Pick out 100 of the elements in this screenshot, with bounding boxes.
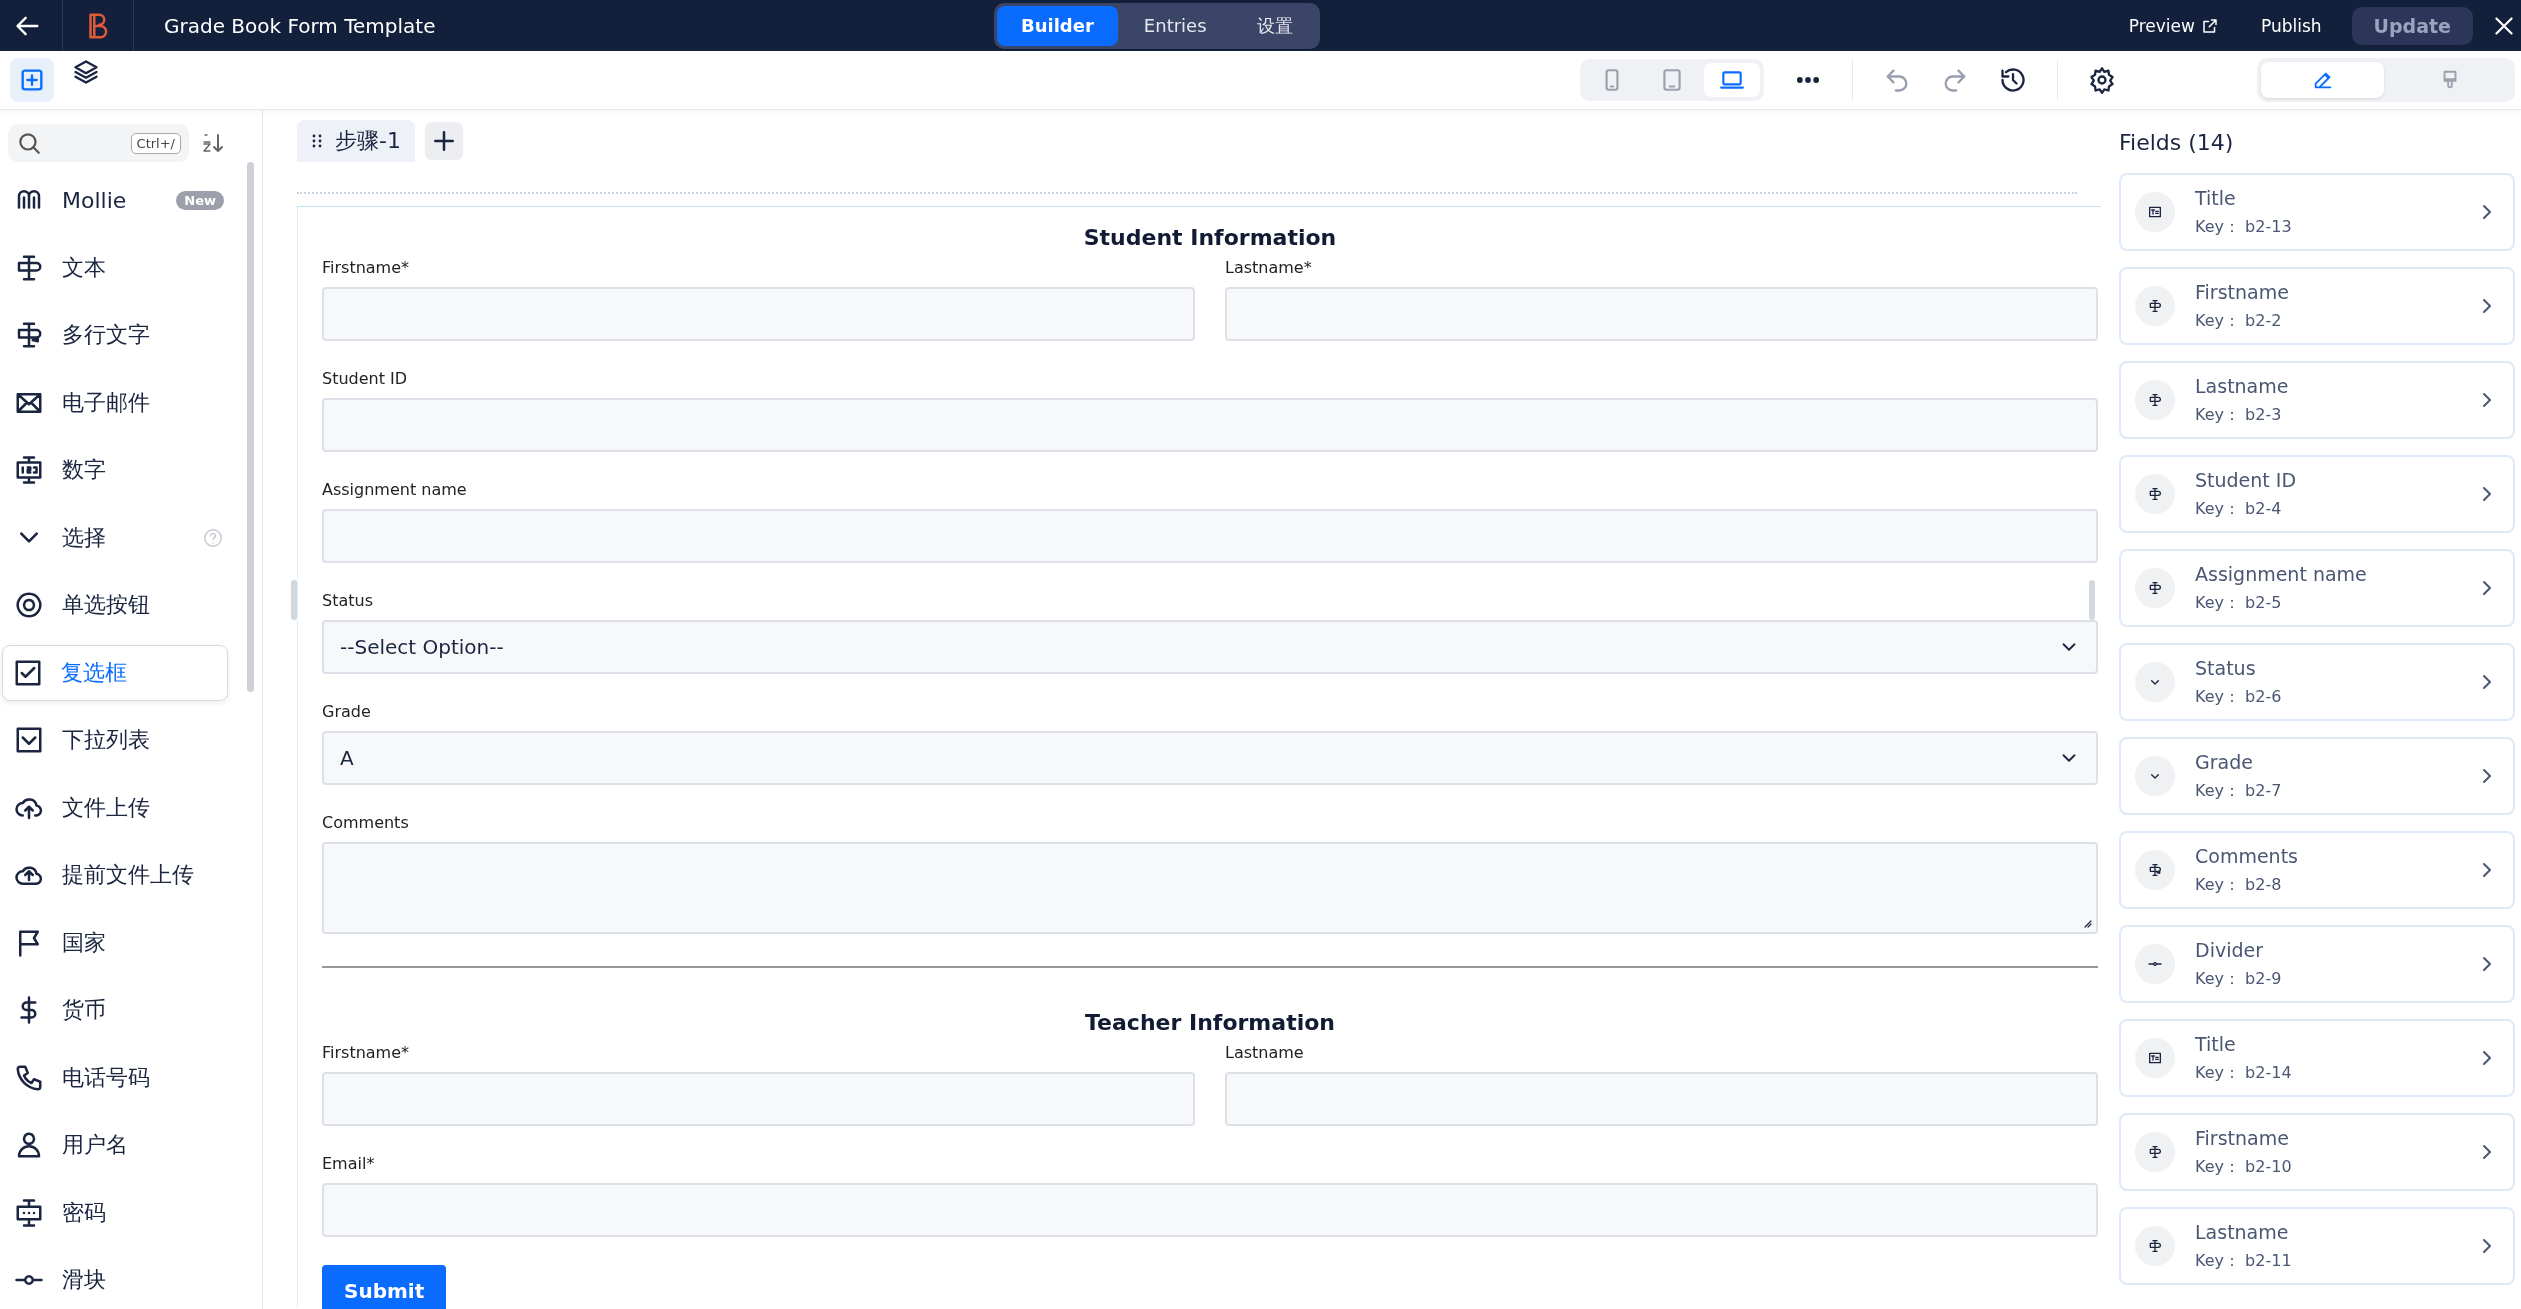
field-type-item[interactable]: 复选框: [2, 644, 228, 701]
field-label: Assignment name: [322, 480, 468, 499]
input-field[interactable]: [322, 1072, 1195, 1126]
field-type-item[interactable]: 货币: [2, 982, 236, 1038]
field-type-item[interactable]: 下拉列表: [2, 712, 236, 768]
view-tab[interactable]: Builder: [997, 5, 1118, 46]
device-button[interactable]: [1704, 63, 1760, 97]
field-label: Grade: [322, 702, 372, 721]
section-heading: Student Information: [1083, 225, 1337, 250]
select-field-icon: [2135, 756, 2175, 796]
field-label: Lastname*: [1225, 258, 1313, 277]
resize-handle[interactable]: [2089, 580, 2095, 620]
add-field-icon[interactable]: [10, 58, 54, 102]
field-type-item[interactable]: 单选按钮: [2, 577, 236, 633]
field-type-item[interactable]: 提前文件上传: [2, 847, 236, 903]
field-card[interactable]: Comments Key： b2-8: [2119, 831, 2515, 909]
input-field[interactable]: [322, 509, 2098, 563]
input-field[interactable]: [322, 1183, 2098, 1237]
field-type-item[interactable]: 文本: [2, 239, 236, 296]
submit-button[interactable]: Submit: [322, 1265, 447, 1309]
title-field-icon: [2135, 192, 2175, 232]
field-label: Firstname*: [322, 258, 411, 277]
panel-title: Fields (14): [2119, 130, 2235, 155]
field-type-item[interactable]: 国家: [2, 914, 236, 971]
search-field[interactable]: Ctrl+/: [8, 124, 189, 162]
field-type-item[interactable]: 密码: [2, 1184, 236, 1241]
field-key: Key： b2-7: [2195, 780, 2455, 802]
field-type-item[interactable]: 滑块: [2, 1252, 236, 1308]
input-field[interactable]: [322, 398, 2098, 452]
preview-link[interactable]: Preview: [2116, 9, 2231, 42]
field-card[interactable]: Student ID Key： b2-4: [2119, 455, 2515, 533]
number-field-icon: [14, 455, 44, 485]
input-field[interactable]: [322, 287, 1195, 341]
field-card[interactable]: Divider Key： b2-9: [2119, 925, 2515, 1003]
textarea-field-icon: [2135, 850, 2175, 890]
dropdown-box-icon: [14, 725, 44, 755]
step-tab[interactable]: 步骤-1: [297, 120, 415, 162]
view-tab[interactable]: Entries: [1119, 5, 1231, 46]
layers-icon[interactable]: [72, 58, 100, 86]
text-field-icon: [2135, 1226, 2175, 1266]
field-card[interactable]: Status Key： b2-6: [2119, 643, 2515, 721]
field-name: Lastname: [2195, 374, 2290, 397]
password-field-icon: [14, 1197, 44, 1228]
update-button[interactable]: Update: [2351, 6, 2473, 45]
sort-icon[interactable]: [201, 131, 225, 155]
field-key: Key： b2-10: [2195, 1156, 2455, 1178]
field-label: Firstname*: [322, 1043, 411, 1062]
select-field[interactable]: A: [322, 731, 2098, 785]
field-card[interactable]: Lastname Key： b2-3: [2119, 361, 2515, 439]
field-label: Status: [322, 591, 374, 610]
publish-button[interactable]: Publish: [2248, 9, 2334, 42]
field-type-item[interactable]: Mollie New: [2, 172, 236, 228]
form-title: Grade Book Form Template: [164, 13, 437, 38]
field-card[interactable]: Assignment name Key： b2-5: [2119, 549, 2515, 627]
text-field-icon: [2135, 380, 2175, 420]
field-type-item[interactable]: 多行文字: [2, 307, 236, 363]
view-tab[interactable]: 设置: [1232, 5, 1317, 46]
field-type-item[interactable]: 文件上传: [2, 779, 236, 836]
help-icon[interactable]: [202, 526, 224, 549]
panel-tab[interactable]: [2261, 62, 2384, 98]
add-step-icon[interactable]: [424, 122, 463, 160]
search-icon: [16, 130, 42, 156]
field-key: Key： b2-3: [2195, 404, 2455, 426]
redo-icon[interactable]: [1941, 66, 1969, 94]
field-key: Key： b2-2: [2195, 310, 2455, 332]
field-card[interactable]: Firstname Key： b2-2: [2119, 267, 2515, 345]
field-card[interactable]: Firstname Key： b2-10: [2119, 1113, 2515, 1191]
external-link-icon: [2200, 16, 2219, 35]
field-type-item[interactable]: 数字: [2, 442, 236, 498]
field-card[interactable]: Title Key： b2-14: [2119, 1019, 2515, 1097]
field-label: Email*: [322, 1154, 376, 1173]
text-field-icon: [2135, 568, 2175, 608]
scrollbar[interactable]: [247, 162, 254, 692]
resize-grip-icon[interactable]: [2082, 918, 2092, 928]
field-type-item[interactable]: 电子邮件: [2, 374, 236, 431]
divider-field-icon: [2135, 944, 2175, 984]
field-type-item[interactable]: 用户名: [2, 1117, 236, 1173]
field-key: Key： b2-8: [2195, 874, 2455, 896]
history-icon[interactable]: [1999, 66, 2027, 94]
drag-handle-icon[interactable]: [311, 133, 323, 149]
field-key: Key： b2-13: [2195, 216, 2455, 238]
select-field[interactable]: --Select Option--: [322, 620, 2098, 674]
textarea-field[interactable]: [322, 842, 2098, 934]
field-type-item[interactable]: 选择: [2, 509, 236, 566]
field-name: Assignment name: [2195, 562, 2368, 585]
resize-handle[interactable]: [291, 580, 297, 620]
field-type-item[interactable]: 电话号码: [2, 1049, 236, 1106]
field-name: Lastname: [2195, 1220, 2290, 1243]
settings-icon[interactable]: [2088, 66, 2116, 94]
field-label: Lastname: [1225, 1043, 1305, 1062]
field-card[interactable]: Title Key： b2-13: [2119, 173, 2515, 251]
radio-button-icon: [14, 590, 44, 620]
field-key: Key： b2-14: [2195, 1062, 2455, 1084]
field-name: Student ID: [2195, 468, 2298, 491]
input-field[interactable]: [1225, 1072, 2098, 1126]
text-field-icon: [2135, 1132, 2175, 1172]
field-card[interactable]: Grade Key： b2-7: [2119, 737, 2515, 815]
field-name: Comments: [2195, 844, 2299, 867]
input-field[interactable]: [1225, 287, 2098, 341]
field-card[interactable]: Lastname Key： b2-11: [2119, 1207, 2515, 1285]
